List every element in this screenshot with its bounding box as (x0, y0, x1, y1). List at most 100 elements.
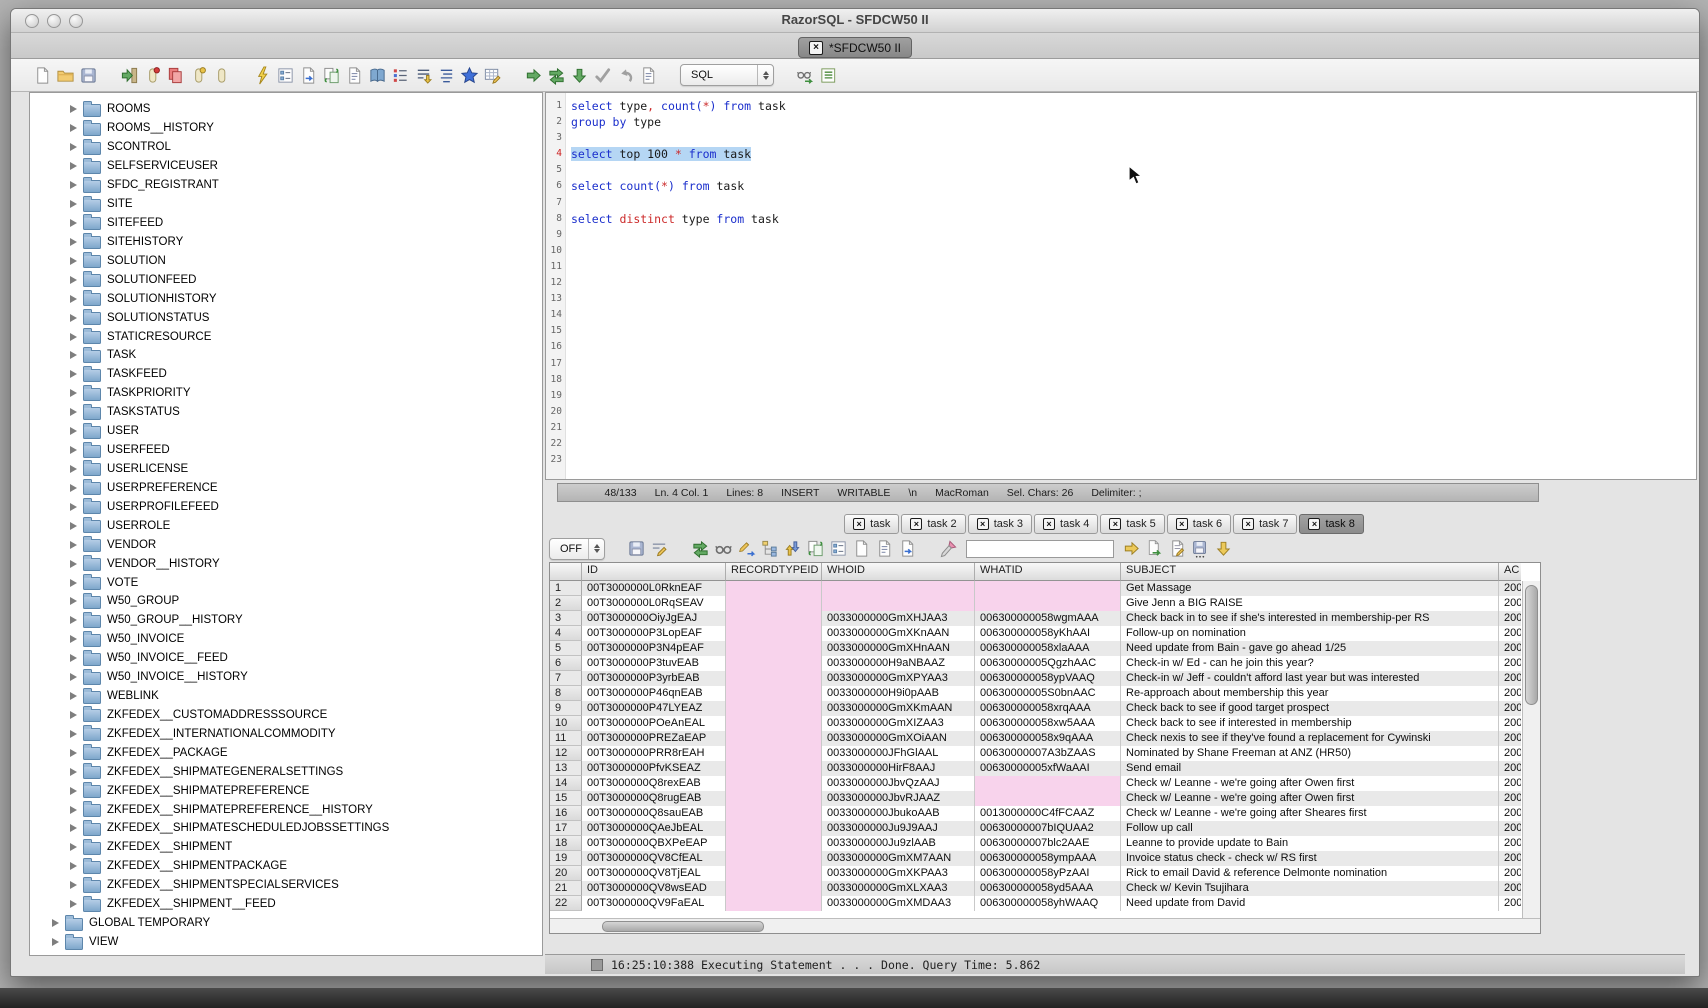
sidebar-item-table[interactable]: ZKFEDEX__CUSTOMADDRESSSOURCE (30, 706, 542, 725)
id-cell[interactable]: 00T3000000POeAnEAL (582, 716, 726, 731)
sidebar-item-table[interactable]: SOLUTIONHISTORY (30, 289, 542, 308)
recordtypeid-cell[interactable] (726, 656, 822, 671)
disclosure-triangle-icon[interactable] (70, 730, 77, 738)
close-tab-icon[interactable]: × (977, 518, 989, 530)
disconnect-icon[interactable] (166, 66, 185, 85)
save-results-icon[interactable] (627, 539, 646, 558)
row-number-cell[interactable]: 5 (550, 641, 582, 656)
disclosure-triangle-icon[interactable] (70, 749, 77, 757)
recordtypeid-cell[interactable] (726, 761, 822, 776)
sidebar-item-table[interactable]: W50_GROUP__HISTORY (30, 611, 542, 630)
id-cell[interactable]: 00T3000000P46qnEAB (582, 686, 726, 701)
view-file-icon[interactable] (639, 66, 658, 85)
disclosure-triangle-icon[interactable] (70, 200, 77, 208)
column-header-whatid[interactable]: WHATID (975, 563, 1121, 581)
sidebar-item-table[interactable]: SOLUTIONFEED (30, 270, 542, 289)
subject-cell[interactable]: Check w/ Kevin Tsujihara (1121, 881, 1499, 896)
recordtypeid-cell[interactable] (726, 881, 822, 896)
sidebar-item-table[interactable]: TASKPRIORITY (30, 384, 542, 403)
row-number-cell[interactable]: 4 (550, 626, 582, 641)
table-row[interactable]: 18 00T3000000QBXPeEAP 0033000000Ju9zlAAB… (550, 836, 1521, 851)
subject-cell[interactable]: Get Massage (1121, 581, 1499, 596)
column-header-subject[interactable]: SUBJECT (1121, 563, 1499, 581)
subject-cell[interactable]: Check back in to see if she's interested… (1121, 611, 1499, 626)
disclosure-triangle-icon[interactable] (70, 314, 77, 322)
database-browser-panel[interactable]: ROOMS ROOMS__HISTORY SCONTROL (29, 92, 543, 956)
table-row[interactable]: 3 00T3000000OiyJgEAJ 0033000000GmXHJAA3 … (550, 611, 1521, 626)
sidebar-item-table[interactable]: VENDOR (30, 535, 542, 554)
sidebar-item-table[interactable]: ZKFEDEX__SHIPMATESCHEDULEDJOBSSETTINGS (30, 819, 542, 838)
results-search-input[interactable] (966, 540, 1114, 558)
whatid-cell[interactable]: 006300000058yd5AAA (975, 881, 1121, 896)
close-tab-icon[interactable]: × (853, 518, 865, 530)
results-tab[interactable]: × task 8 (1299, 514, 1363, 534)
whoid-cell[interactable]: 0033000000H9i0pAAB (822, 686, 975, 701)
whoid-cell[interactable]: 0033000000GmXHJAA3 (822, 611, 975, 626)
form-view-icon[interactable] (829, 539, 848, 558)
disclosure-triangle-icon[interactable] (70, 162, 77, 170)
disclosure-triangle-icon[interactable] (70, 143, 77, 151)
recordtypeid-cell[interactable] (726, 716, 822, 731)
whatid-cell[interactable]: 00630000007blc2AAE (975, 836, 1121, 851)
open-file-icon[interactable] (56, 66, 75, 85)
subject-cell[interactable]: Check nexis to see if they've found a re… (1121, 731, 1499, 746)
row-number-cell[interactable]: 3 (550, 611, 582, 626)
results-tab[interactable]: × task 7 (1233, 514, 1297, 534)
disclosure-triangle-icon[interactable] (70, 673, 77, 681)
whatid-cell[interactable]: 0013000000C4fFCAAZ (975, 806, 1121, 821)
row-limit-select[interactable]: OFF (549, 538, 605, 560)
disclosure-triangle-icon[interactable] (52, 938, 59, 946)
whatid-cell[interactable]: 006300000058yhWAAQ (975, 896, 1121, 911)
sidebar-item-table[interactable]: W50_INVOICE (30, 630, 542, 649)
execute-statement-icon[interactable] (524, 66, 543, 85)
disclosure-triangle-icon[interactable] (70, 389, 77, 397)
table-row[interactable]: 22 00T3000000QV9FaEAL 0033000000GmXMDAA3… (550, 896, 1521, 911)
go-next-icon[interactable] (1122, 539, 1141, 558)
id-cell[interactable]: 00T3000000PRR8rEAH (582, 746, 726, 761)
row-number-cell[interactable]: 17 (550, 821, 582, 836)
sidebar-item-table[interactable]: SITEHISTORY (30, 232, 542, 251)
disclosure-triangle-icon[interactable] (70, 541, 77, 549)
sidebar-item-table[interactable]: SCONTROL (30, 138, 542, 157)
sidebar-item-table[interactable]: TASK (30, 346, 542, 365)
export-page-icon[interactable] (299, 66, 318, 85)
describe-list-icon[interactable] (819, 66, 838, 85)
results-horizontal-scrollbar[interactable] (550, 918, 1540, 933)
disclosure-triangle-icon[interactable] (70, 503, 77, 511)
add-connection-icon[interactable] (189, 66, 208, 85)
row-number-cell[interactable]: 12 (550, 746, 582, 761)
subject-cell[interactable]: Send email (1121, 761, 1499, 776)
horizontal-scroll-thumb[interactable] (602, 921, 764, 932)
close-tab-icon[interactable]: × (1242, 518, 1254, 530)
table-row[interactable]: 14 00T3000000Q8rexEAB 0033000000JbvQzAAJ… (550, 776, 1521, 791)
activitydate-cell[interactable]: 200 (1499, 761, 1521, 776)
sidebar-item-table[interactable]: SOLUTION (30, 251, 542, 270)
sidebar-item-table[interactable]: W50_GROUP (30, 592, 542, 611)
sidebar-item-table[interactable]: USERPROFILEFEED (30, 497, 542, 516)
table-row[interactable]: 5 00T3000000P3N4pEAF 0033000000GmXHnAAN … (550, 641, 1521, 656)
disclosure-triangle-icon[interactable] (52, 919, 59, 927)
results-list-icon[interactable] (391, 66, 410, 85)
disclosure-triangle-icon[interactable] (70, 768, 77, 776)
whoid-cell[interactable]: 0033000000GmXLXAA3 (822, 881, 975, 896)
recordtypeid-cell[interactable] (726, 896, 822, 911)
id-cell[interactable]: 00T3000000P3LopEAF (582, 626, 726, 641)
tree-view-icon[interactable] (760, 539, 779, 558)
subject-cell[interactable]: Need update from David (1121, 896, 1499, 911)
edit-cell-icon[interactable] (737, 539, 756, 558)
disclosure-triangle-icon[interactable] (70, 446, 77, 454)
recordtypeid-cell[interactable] (726, 821, 822, 836)
disclosure-triangle-icon[interactable] (70, 370, 77, 378)
disclosure-triangle-icon[interactable] (70, 881, 77, 889)
id-cell[interactable]: 00T3000000P3yrbEAB (582, 671, 726, 686)
sidebar-item-table[interactable]: ZKFEDEX__SHIPMENT (30, 838, 542, 857)
whatid-cell[interactable] (975, 581, 1121, 596)
disclosure-triangle-icon[interactable] (70, 257, 77, 265)
sidebar-item-table[interactable]: SELFSERVICEUSER (30, 157, 542, 176)
recordtypeid-cell[interactable] (726, 596, 822, 611)
column-header-whoid[interactable]: WHOID (822, 563, 975, 581)
subject-cell[interactable]: Leanne to provide update to Bain (1121, 836, 1499, 851)
compare-copies-icon[interactable] (322, 66, 341, 85)
subject-cell[interactable]: Check w/ Leanne - we're going after Shea… (1121, 806, 1499, 821)
copy-pages-icon[interactable] (806, 539, 825, 558)
